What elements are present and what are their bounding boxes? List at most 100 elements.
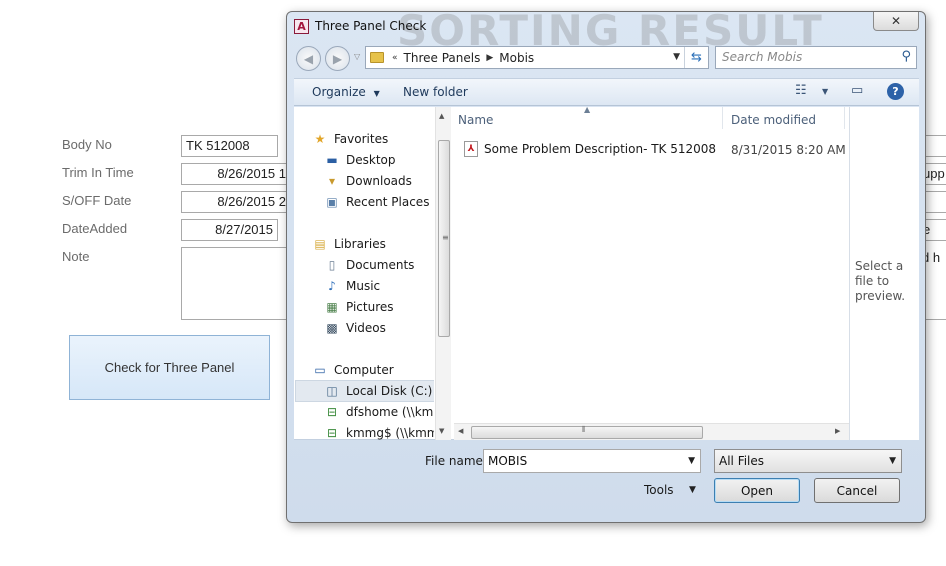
- organize-dropdown-icon: ▼: [373, 89, 380, 98]
- address-dropdown-icon[interactable]: ▼: [673, 52, 680, 62]
- address-bar[interactable]: « Three Panels ▶ Mobis ▼ ⇆: [365, 46, 709, 69]
- folder-icon: [370, 52, 384, 63]
- access-app-icon: A: [294, 19, 309, 34]
- tools-menu[interactable]: Tools: [644, 483, 674, 497]
- nav-libraries[interactable]: ▤ Libraries: [312, 237, 386, 251]
- trim-in-time-label: Trim In Time: [62, 165, 134, 180]
- file-name-dropdown-icon[interactable]: ▼: [688, 456, 695, 466]
- file-type-select[interactable]: All Files ▼: [714, 449, 902, 473]
- recent-locations-dropdown-icon[interactable]: ▽: [354, 52, 360, 61]
- network-drive-icon: ⊟: [326, 426, 338, 440]
- nav-label: kmmg$ (\\kmmf: [346, 426, 434, 440]
- name-column-header[interactable]: Name: [458, 113, 493, 127]
- organize-button[interactable]: Organize ▼: [312, 85, 380, 99]
- date-added-label: DateAdded: [62, 221, 128, 236]
- column-separator[interactable]: [844, 107, 845, 129]
- nav-music[interactable]: ♪ Music: [324, 279, 380, 293]
- back-button[interactable]: ◀: [296, 46, 321, 71]
- nav-label: Documents: [346, 258, 415, 272]
- note-label: Note: [62, 249, 90, 264]
- nav-videos[interactable]: ▩ Videos: [324, 321, 386, 335]
- open-file-dialog: SORTING RESULT A Three Panel Check ✕ ◀ ▶…: [286, 11, 926, 523]
- address-overflow[interactable]: «: [392, 53, 398, 63]
- file-row[interactable]: ⅄ Some Problem Description- TK 512008: [464, 141, 716, 157]
- search-placeholder: Search Mobis: [722, 50, 803, 64]
- date-modified-column-header[interactable]: Date modified: [731, 113, 816, 127]
- new-folder-button[interactable]: New folder: [403, 85, 468, 99]
- view-options-icon[interactable]: ☷: [795, 83, 807, 98]
- scroll-right-icon[interactable]: ▶: [835, 427, 840, 435]
- cancel-button[interactable]: Cancel: [814, 478, 900, 503]
- date-added-input[interactable]: 8/27/2015: [181, 219, 278, 241]
- file-name-label: File name:: [425, 454, 487, 468]
- body-no-input[interactable]: TK 512008: [181, 135, 278, 157]
- documents-icon: ▯: [328, 258, 336, 272]
- view-dropdown-icon[interactable]: ▼: [822, 87, 828, 96]
- preview-pane: Select a file to preview.: [849, 107, 919, 440]
- nav-label: Favorites: [334, 132, 389, 146]
- nav-dfshome[interactable]: ⊟ dfshome (\\kmm: [324, 405, 434, 419]
- nav-label: Videos: [346, 321, 386, 335]
- nav-pictures[interactable]: ▦ Pictures: [324, 300, 393, 314]
- file-name-value: MOBIS: [488, 454, 528, 468]
- nav-kmmg[interactable]: ⊟ kmmg$ (\\kmmf: [324, 426, 434, 440]
- open-button[interactable]: Open: [714, 478, 800, 503]
- sort-ascending-icon: ▲: [584, 105, 591, 114]
- soff-date-input[interactable]: 8/26/2015 2: [181, 191, 291, 213]
- trim-in-time-input[interactable]: 8/26/2015 1: [181, 163, 291, 185]
- nav-vertical-scrollbar[interactable]: ▲ ≡ ▼: [435, 107, 451, 440]
- breadcrumb-separator-icon[interactable]: ▶: [486, 53, 493, 63]
- scroll-grip-icon: ⦀: [582, 425, 586, 434]
- back-arrow-icon: ◀: [303, 51, 314, 66]
- help-icon[interactable]: ?: [887, 83, 904, 100]
- scroll-down-icon[interactable]: ▼: [439, 427, 444, 435]
- libraries-icon: ▤: [314, 237, 326, 251]
- network-drive-icon: ⊟: [326, 405, 338, 419]
- tools-dropdown-icon[interactable]: ▼: [689, 485, 696, 495]
- nav-computer[interactable]: ▭ Computer: [312, 363, 393, 377]
- scroll-left-icon[interactable]: ◀: [458, 427, 463, 435]
- scroll-grip-icon: ≡: [442, 233, 449, 242]
- body-no-label: Body No: [62, 137, 112, 152]
- file-list-pane: ▲ Name Date modified ⅄ Some Problem Desc…: [454, 105, 849, 440]
- desktop-icon: ▬: [326, 153, 338, 167]
- preview-message: Select a file to preview.: [855, 259, 906, 303]
- column-separator[interactable]: [722, 107, 723, 129]
- breadcrumb-three-panels[interactable]: Three Panels: [404, 51, 481, 65]
- nav-scroll-thumb[interactable]: ≡: [438, 140, 450, 337]
- close-button[interactable]: ✕: [873, 12, 919, 31]
- nav-label: Desktop: [346, 153, 396, 167]
- forward-arrow-icon: ▶: [332, 51, 343, 66]
- nav-local-disk[interactable]: ◫ Local Disk (C:): [295, 380, 434, 402]
- scroll-up-icon[interactable]: ▲: [439, 112, 444, 120]
- soff-date-label: S/OFF Date: [62, 193, 132, 208]
- nav-label: dfshome (\\kmm: [346, 405, 434, 419]
- search-input[interactable]: Search Mobis ⚲: [715, 46, 917, 69]
- nav-documents[interactable]: ▯ Documents: [324, 258, 415, 272]
- file-type-dropdown-icon[interactable]: ▼: [889, 456, 896, 466]
- nav-recent-places[interactable]: ▣ Recent Places: [324, 195, 429, 209]
- file-type-value: All Files: [719, 454, 765, 468]
- preview-pane-icon[interactable]: ▭: [851, 83, 863, 98]
- forward-button[interactable]: ▶: [325, 46, 350, 71]
- nav-label: Recent Places: [346, 195, 430, 209]
- search-icon[interactable]: ⚲: [901, 49, 911, 64]
- recent-places-icon: ▣: [326, 195, 338, 209]
- favorites-star-icon: ★: [314, 132, 326, 146]
- nav-favorites[interactable]: ★ Favorites: [312, 132, 389, 146]
- nav-desktop[interactable]: ▬ Desktop: [324, 153, 396, 167]
- file-scroll-thumb[interactable]: ⦀: [471, 425, 703, 439]
- downloads-icon: ▾: [328, 174, 336, 188]
- refresh-icon[interactable]: ⇆: [684, 47, 708, 68]
- check-three-panel-button[interactable]: Check for Three Panel: [69, 335, 270, 400]
- file-name-input[interactable]: MOBIS ▼: [483, 449, 701, 473]
- breadcrumb-mobis[interactable]: Mobis: [499, 51, 534, 65]
- dialog-content: ★ Favorites ▬ Desktop ▾ Downloads ▣ Recent P…: [294, 105, 919, 440]
- videos-icon: ▩: [326, 321, 338, 335]
- nav-label: Libraries: [334, 237, 386, 251]
- pictures-icon: ▦: [326, 300, 338, 314]
- nav-downloads[interactable]: ▾ Downloads: [324, 174, 412, 188]
- file-date-modified: 8/31/2015 8:20 AM: [731, 143, 846, 157]
- file-horizontal-scrollbar[interactable]: ◀ ⦀ ▶: [454, 423, 849, 440]
- note-textarea[interactable]: [181, 247, 291, 320]
